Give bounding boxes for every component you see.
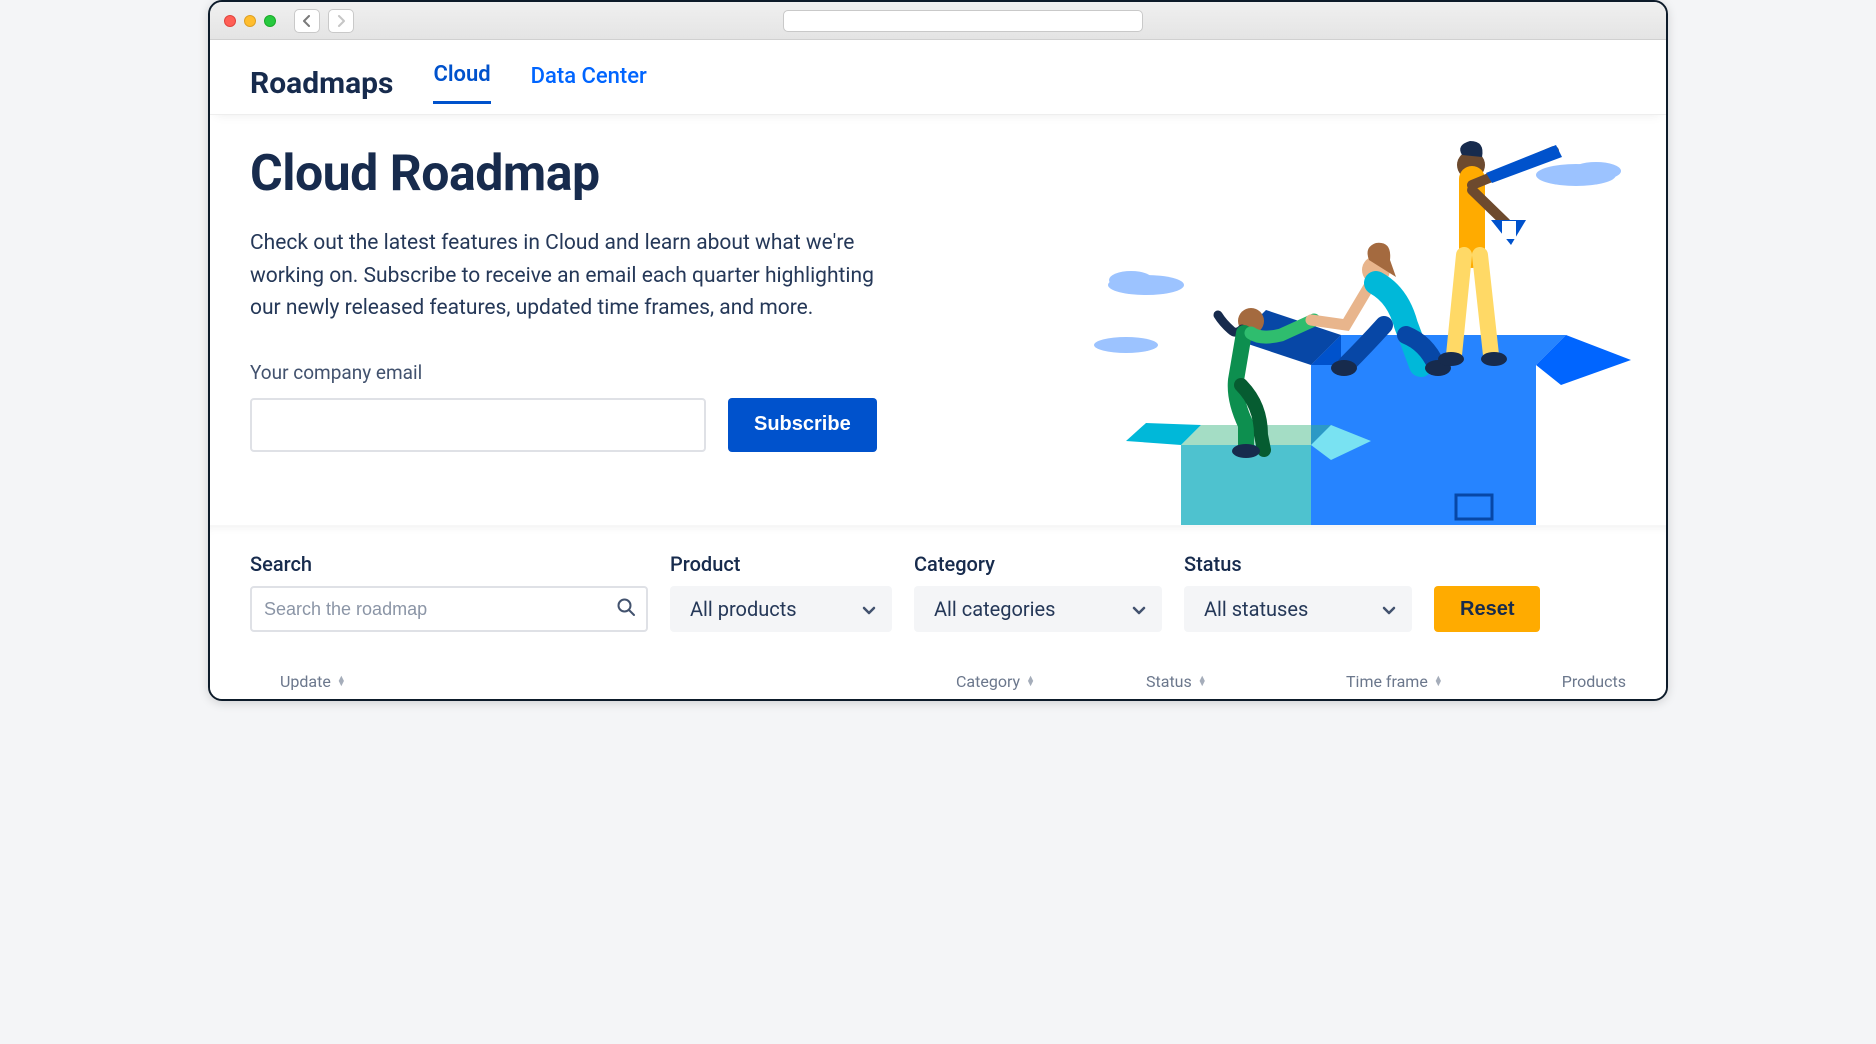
status-label: Status	[1184, 552, 1412, 576]
tab-cloud[interactable]: Cloud	[433, 62, 490, 104]
sort-icon: ▲▼	[337, 677, 346, 687]
page-content: Roadmaps Cloud Data Center Cloud Roadmap…	[210, 40, 1666, 699]
status-selected: All statuses	[1204, 597, 1308, 621]
category-selected: All categories	[934, 597, 1055, 621]
search-input[interactable]	[250, 586, 648, 632]
top-nav: Roadmaps Cloud Data Center	[210, 40, 1666, 115]
illustration-icon	[1086, 125, 1646, 525]
search-label: Search	[250, 552, 648, 576]
column-status[interactable]: Status ▲▼	[1146, 672, 1346, 691]
category-label: Category	[914, 552, 1162, 576]
hero-illustration-wrap	[900, 145, 1626, 525]
status-dropdown[interactable]: All statuses	[1184, 586, 1412, 632]
hero-text: Cloud Roadmap Check out the latest featu…	[250, 145, 900, 525]
filter-product: Product All products	[670, 552, 892, 632]
column-category[interactable]: Category ▲▼	[956, 672, 1146, 691]
sort-icon: ▲▼	[1026, 677, 1035, 687]
sort-icon: ▲▼	[1434, 677, 1443, 687]
chevron-right-icon	[336, 15, 346, 27]
product-label: Product	[670, 552, 892, 576]
email-field[interactable]	[250, 398, 706, 452]
subscribe-row: Subscribe	[250, 398, 900, 452]
product-selected: All products	[690, 597, 797, 621]
search-icon	[616, 597, 636, 621]
titlebar	[210, 2, 1666, 40]
address-bar-wrap	[362, 10, 1564, 32]
page-title: Cloud Roadmap	[250, 145, 900, 203]
email-label: Your company email	[250, 361, 900, 384]
chevron-down-icon	[862, 597, 876, 621]
hero-section: Cloud Roadmap Check out the latest featu…	[210, 115, 1666, 525]
sort-icon: ▲▼	[1198, 677, 1207, 687]
page-description: Check out the latest features in Cloud a…	[250, 227, 900, 325]
tab-data-center[interactable]: Data Center	[531, 64, 647, 103]
filter-bar: Search Product All products	[210, 525, 1666, 644]
product-dropdown[interactable]: All products	[670, 586, 892, 632]
minimize-window-icon[interactable]	[244, 15, 256, 27]
chevron-down-icon	[1382, 597, 1396, 621]
category-dropdown[interactable]: All categories	[914, 586, 1162, 632]
chevron-left-icon	[302, 15, 312, 27]
reset-button[interactable]: Reset	[1434, 586, 1540, 632]
forward-button[interactable]	[328, 9, 354, 33]
close-window-icon[interactable]	[224, 15, 236, 27]
table-header: Update ▲▼ Category ▲▼ Status ▲▼ Time fra…	[210, 644, 1666, 699]
address-bar[interactable]	[783, 10, 1143, 32]
column-timeframe[interactable]: Time frame ▲▼	[1346, 672, 1536, 691]
brand-title: Roadmaps	[250, 66, 393, 101]
back-button[interactable]	[294, 9, 320, 33]
window-controls	[224, 15, 276, 27]
subscribe-button[interactable]: Subscribe	[728, 398, 877, 452]
browser-window: Roadmaps Cloud Data Center Cloud Roadmap…	[208, 0, 1668, 701]
filter-status: Status All statuses	[1184, 552, 1412, 632]
maximize-window-icon[interactable]	[264, 15, 276, 27]
column-update[interactable]: Update ▲▼	[280, 672, 956, 691]
column-products[interactable]: Products	[1536, 672, 1626, 691]
filter-category: Category All categories	[914, 552, 1162, 632]
filter-search: Search	[250, 552, 648, 632]
chevron-down-icon	[1132, 597, 1146, 621]
